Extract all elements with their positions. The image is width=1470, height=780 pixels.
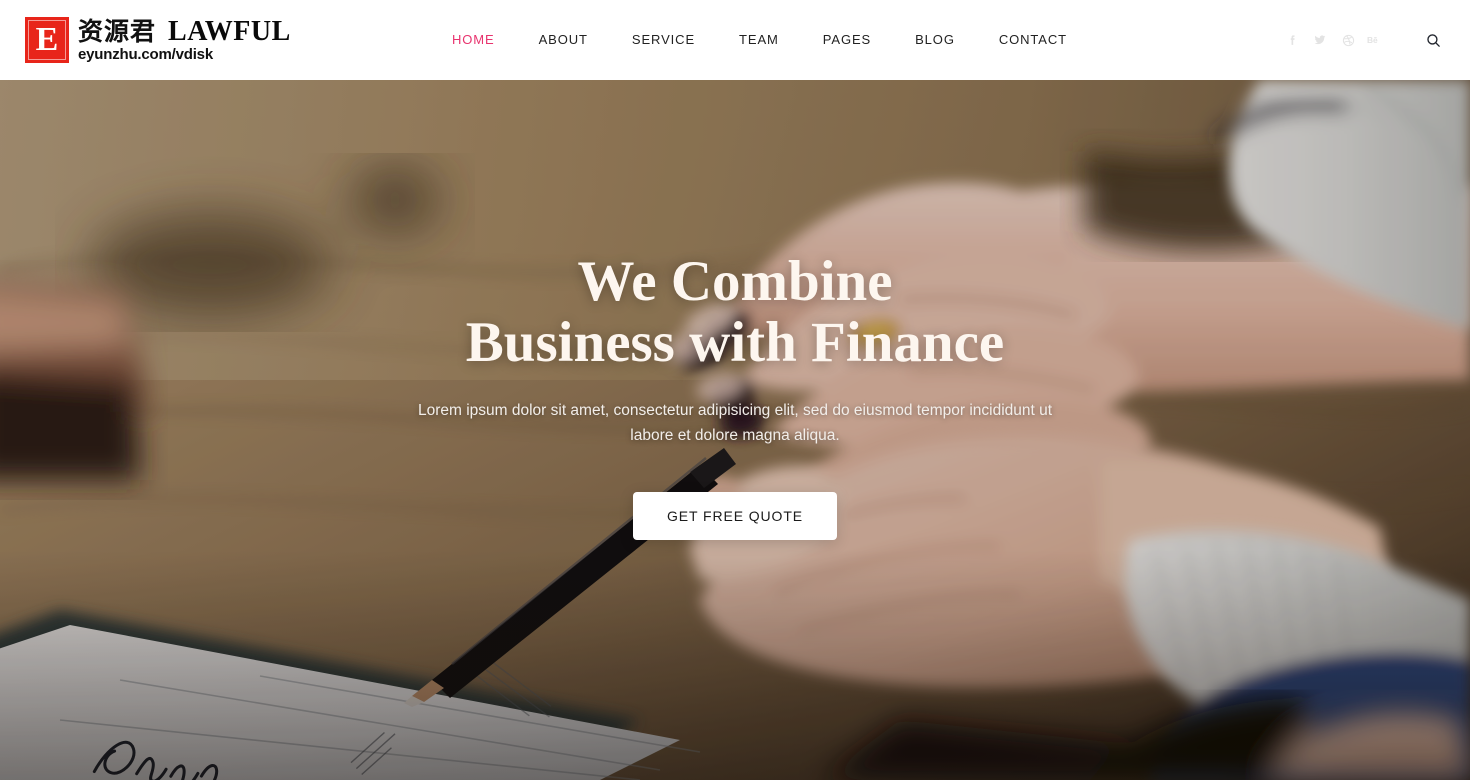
behance-icon[interactable]: Bē <box>1362 26 1390 54</box>
hero-content: We Combine Business with Finance Lorem i… <box>0 80 1470 780</box>
svg-text:Bē: Bē <box>1367 35 1378 45</box>
logo-url: eyunzhu.com/vdisk <box>78 46 213 63</box>
logo-chinese-name: 资源君 <box>78 17 157 46</box>
site-logo[interactable]: E 资源君 LAWFUL eyunzhu.com/vdisk <box>25 17 291 63</box>
social-links: Bē <box>1278 26 1390 54</box>
logo-badge-letter: E <box>35 21 59 58</box>
nav-item-home[interactable]: HOME <box>452 0 517 80</box>
twitter-icon[interactable] <box>1306 26 1334 54</box>
site-header: E 资源君 LAWFUL eyunzhu.com/vdisk HOME ABOU… <box>0 0 1470 80</box>
nav-item-pages[interactable]: PAGES <box>801 0 893 80</box>
hero-title: We Combine Business with Finance <box>465 253 1005 374</box>
hero-subtitle: Lorem ipsum dolor sit amet, consectetur … <box>417 402 1053 444</box>
hero-title-line-2: Business with Finance <box>465 311 1005 374</box>
nav-item-service[interactable]: SERVICE <box>610 0 717 80</box>
nav-item-blog[interactable]: BLOG <box>893 0 977 80</box>
nav-item-about[interactable]: ABOUT <box>517 0 610 80</box>
search-icon[interactable] <box>1420 27 1446 53</box>
logo-brand-name: LAWFUL <box>168 16 291 47</box>
dribbble-icon[interactable] <box>1334 26 1362 54</box>
logo-primary-row: 资源君 LAWFUL <box>78 17 291 47</box>
main-navigation: HOME ABOUT SERVICE TEAM PAGES BLOG CONTA… <box>452 0 1089 80</box>
header-actions: Bē <box>1278 0 1446 80</box>
logo-badge-icon: E <box>25 17 69 63</box>
nav-item-contact[interactable]: CONTACT <box>977 0 1089 80</box>
get-free-quote-button[interactable]: GET FREE QUOTE <box>632 492 838 540</box>
hero-section: We Combine Business with Finance Lorem i… <box>0 80 1470 780</box>
facebook-icon[interactable] <box>1278 26 1306 54</box>
hero-title-line-1: We Combine <box>577 250 893 313</box>
logo-text-block: 资源君 LAWFUL eyunzhu.com/vdisk <box>78 17 291 64</box>
nav-item-team[interactable]: TEAM <box>717 0 801 80</box>
